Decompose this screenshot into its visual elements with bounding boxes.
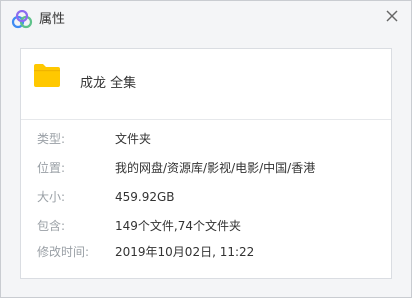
window-title: 属性 xyxy=(39,12,66,27)
property-value: 我的网盘/资源库/影视/电影/中国/香港 xyxy=(115,161,316,175)
property-row-location: 位置: 我的网盘/资源库/影视/电影/中国/香港 xyxy=(21,159,391,177)
property-value: 149个文件,74个文件夹 xyxy=(115,219,241,233)
property-row-type: 类型: 文件夹 xyxy=(21,130,391,148)
title-bar: 属性 xyxy=(1,1,411,39)
property-label: 类型: xyxy=(37,132,66,146)
property-label: 包含: xyxy=(37,219,66,233)
property-row-contains: 包含: 149个文件,74个文件夹 xyxy=(21,217,391,235)
divider xyxy=(21,119,391,120)
property-value: 2019年10月02日, 11:22 xyxy=(115,245,255,259)
property-row-size: 大小: 459.92GB xyxy=(21,188,391,206)
folder-icon xyxy=(33,63,61,88)
properties-dialog: 属性 成龙 全集 类型: 文件夹 位置: 我的网盘/资源库/影视/电影/中国/香… xyxy=(0,0,412,298)
property-value: 文件夹 xyxy=(115,132,152,146)
property-row-modified: 修改时间: 2019年10月02日, 11:22 xyxy=(21,243,391,261)
close-icon[interactable] xyxy=(383,7,401,25)
property-label: 位置: xyxy=(37,161,66,175)
property-label: 大小: xyxy=(37,190,66,204)
cloud-logo-icon xyxy=(11,9,33,30)
close-button[interactable] xyxy=(383,7,401,25)
folder-name: 成龙 全集 xyxy=(80,76,137,91)
property-value: 459.92GB xyxy=(115,190,175,204)
properties-panel: 成龙 全集 类型: 文件夹 位置: 我的网盘/资源库/影视/电影/中国/香港 大… xyxy=(20,48,392,279)
property-label: 修改时间: xyxy=(37,245,90,259)
